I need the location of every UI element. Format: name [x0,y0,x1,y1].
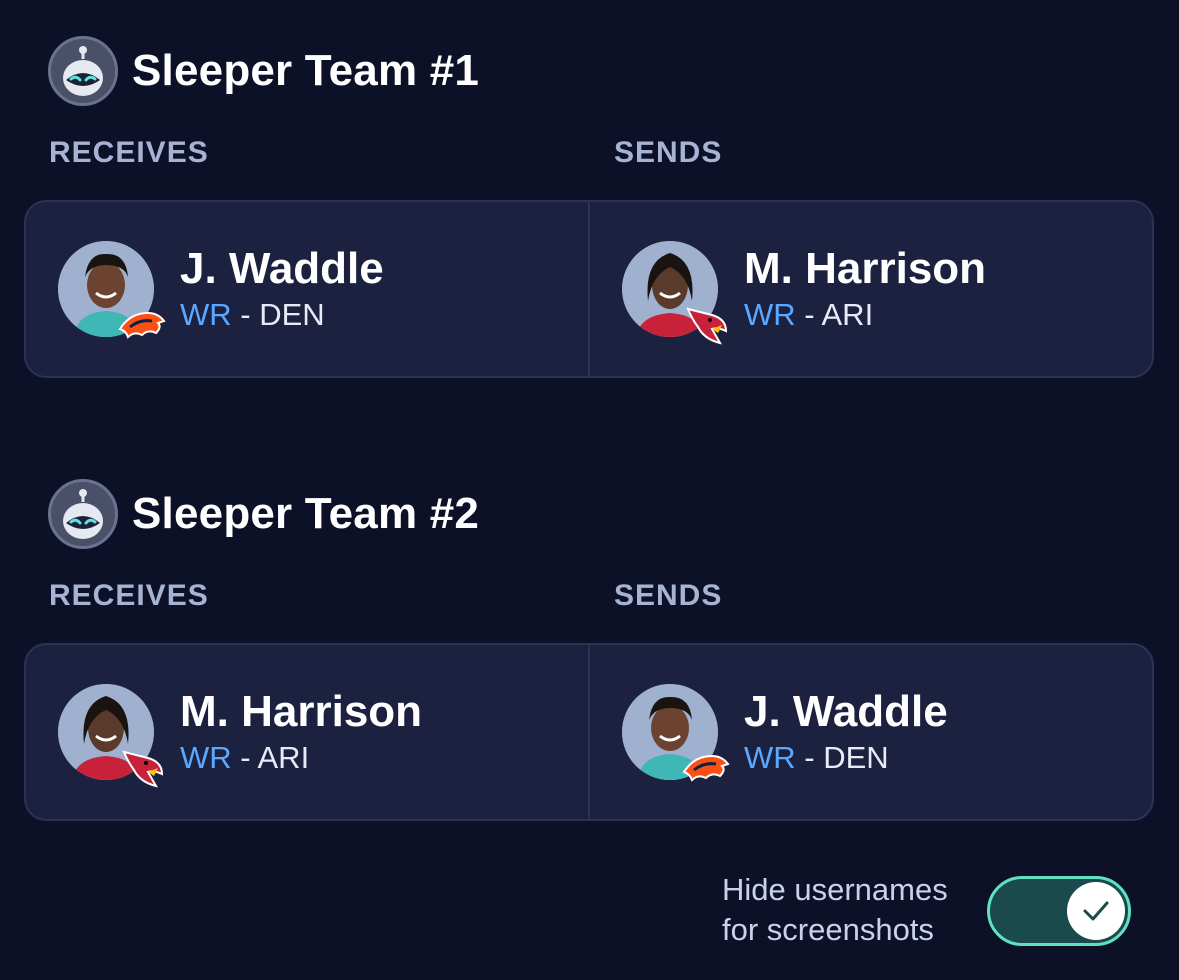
meta-separator: - [231,297,260,332]
player-team: ARI [257,740,310,775]
player-team: DEN [823,740,889,775]
player-team: ARI [821,297,874,332]
player-card-sends[interactable]: M. Harrison WR - ARI [588,202,1152,376]
meta-separator: - [795,740,824,775]
toggle-label-line2: for screenshots [722,912,934,947]
player-headshot [622,241,728,345]
sends-label: SENDS [614,579,723,612]
checkmark-icon [1083,901,1109,921]
player-meta: WR - ARI [180,738,422,778]
player-meta: WR - DEN [744,738,948,778]
player-headshot [58,241,166,339]
player-team: DEN [259,297,325,332]
cardinals-logo-icon [686,307,728,345]
player-card-sends[interactable]: J. Waddle WR - DEN [588,645,1152,819]
player-card-receives[interactable]: M. Harrison WR - ARI [26,645,588,819]
player-headshot [622,684,730,782]
player-card-receives[interactable]: J. Waddle WR - DEN [26,202,588,376]
sends-label: SENDS [614,136,723,169]
hide-usernames-toggle[interactable] [987,876,1131,946]
meta-separator: - [231,740,258,775]
trade-card-2: M. Harrison WR - ARI J. Waddle WR - DEN [24,643,1154,821]
player-name: J. Waddle [180,244,384,293]
broncos-logo-icon [682,754,730,782]
player-meta: WR - DEN [180,295,384,335]
toggle-knob [1067,882,1125,940]
team-header-2: Sleeper Team #2 [48,479,479,549]
hide-usernames-setting: Hide usernames for screenshots [722,870,1131,950]
player-position: WR [744,740,796,775]
team-name: Sleeper Team #1 [132,46,480,95]
receives-label: RECEIVES [49,136,209,169]
player-meta: WR - ARI [744,295,986,335]
toggle-label-line1: Hide usernames [722,872,948,907]
sleeper-bot-avatar-icon [48,36,118,106]
sleeper-bot-avatar-icon [48,479,118,549]
meta-separator: - [795,297,822,332]
player-name: J. Waddle [744,687,948,736]
receives-label: RECEIVES [49,579,209,612]
player-headshot [58,684,164,788]
toggle-label: Hide usernames for screenshots [722,870,982,950]
team-header-1: Sleeper Team #1 [48,36,479,106]
player-name: M. Harrison [180,687,423,736]
team-name: Sleeper Team #2 [132,489,480,538]
cardinals-logo-icon [122,750,164,788]
trade-card-1: J. Waddle WR - DEN M. Harrison WR - ARI [24,200,1154,378]
player-name: M. Harrison [744,244,987,293]
player-position: WR [180,297,232,332]
player-position: WR [180,740,232,775]
broncos-logo-icon [118,311,166,339]
player-position: WR [744,297,796,332]
